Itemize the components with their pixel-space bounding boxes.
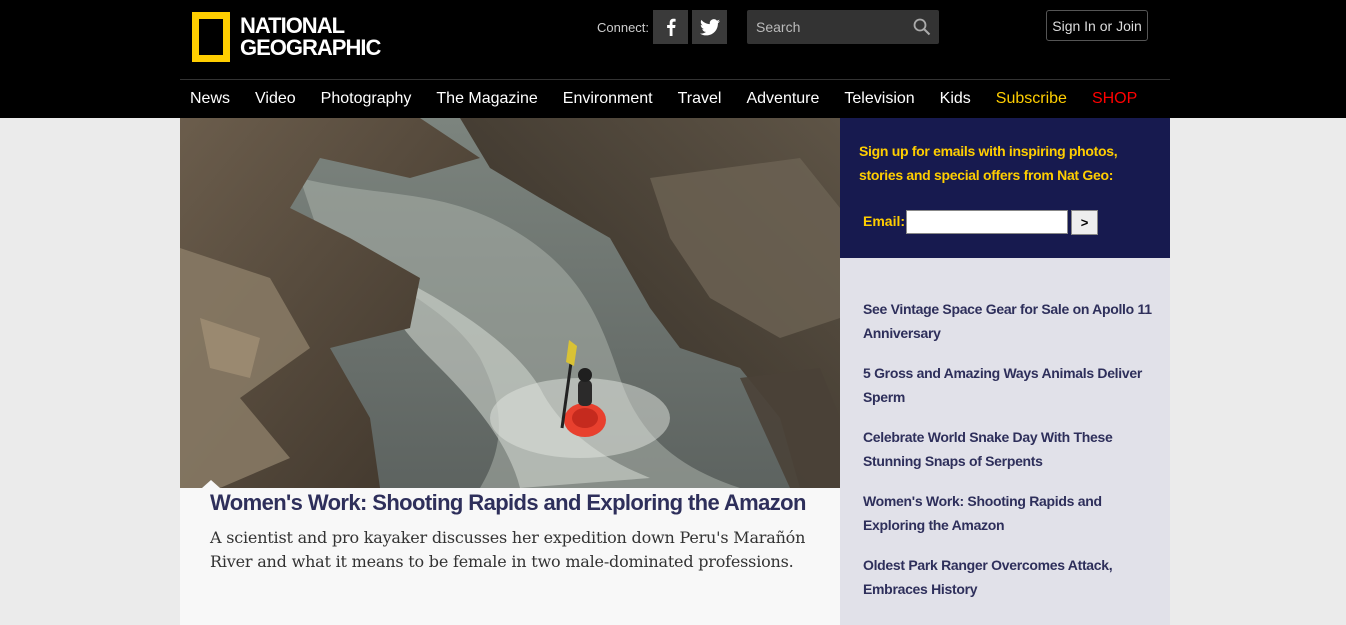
nav-item-news[interactable]: News xyxy=(180,90,240,108)
twitter-button[interactable] xyxy=(692,10,727,44)
email-field[interactable] xyxy=(906,210,1068,234)
nav-item-television[interactable]: Television xyxy=(834,90,924,108)
sidebar: Sign up for emails with inspiring photos… xyxy=(840,118,1170,625)
logo-line-1: NATIONAL xyxy=(240,13,345,38)
hero-image[interactable] xyxy=(180,118,840,488)
search-box xyxy=(747,10,939,44)
feature-headline[interactable]: Women's Work: Shooting Rapids and Explor… xyxy=(210,490,806,516)
main-nav: News Video Photography The Magazine Envi… xyxy=(180,80,1152,118)
natgeo-logo[interactable]: NATIONAL GEOGRAPHIC xyxy=(192,10,381,64)
nav-item-travel[interactable]: Travel xyxy=(668,90,732,108)
sidebar-link-list: See Vintage Space Gear for Sale on Apoll… xyxy=(863,297,1153,617)
search-icon[interactable] xyxy=(913,18,931,36)
email-label: Email: xyxy=(863,213,906,229)
header-inner: NATIONAL GEOGRAPHIC Connect: Sign In or … xyxy=(180,0,1170,118)
nav-item-adventure[interactable]: Adventure xyxy=(736,90,829,108)
nav-item-kids[interactable]: Kids xyxy=(930,90,981,108)
sidebar-link[interactable]: Oldest Park Ranger Overcomes Attack, Emb… xyxy=(863,553,1153,601)
sign-in-button[interactable]: Sign In or Join xyxy=(1046,10,1148,41)
nav-item-video[interactable]: Video xyxy=(245,90,306,108)
sidebar-link[interactable]: See Vintage Space Gear for Sale on Apoll… xyxy=(863,297,1153,345)
site-header: NATIONAL GEOGRAPHIC Connect: Sign In or … xyxy=(0,0,1346,118)
kayak-rapids-photo xyxy=(180,118,840,488)
image-caption-notch xyxy=(202,480,220,488)
twitter-icon xyxy=(699,18,720,35)
nav-item-subscribe[interactable]: Subscribe xyxy=(986,90,1077,108)
logo-line-2: GEOGRAPHIC xyxy=(240,35,381,60)
logo-wordmark: NATIONAL GEOGRAPHIC xyxy=(240,13,381,60)
nav-item-the-magazine[interactable]: The Magazine xyxy=(426,90,547,108)
connect-label: Connect: xyxy=(597,20,650,35)
sidebar-link[interactable]: 5 Gross and Amazing Ways Animals Deliver… xyxy=(863,361,1153,409)
signup-text: Sign up for emails with inspiring photos… xyxy=(859,143,1118,183)
email-signup-panel: Sign up for emails with inspiring photos… xyxy=(840,118,1170,258)
nav-item-shop[interactable]: SHOP xyxy=(1082,90,1147,108)
nav-item-photography[interactable]: Photography xyxy=(311,90,422,108)
sidebar-link[interactable]: Women's Work: Shooting Rapids and Explor… xyxy=(863,489,1153,537)
facebook-button[interactable] xyxy=(653,10,688,44)
nav-item-environment[interactable]: Environment xyxy=(553,90,663,108)
feature-dek: A scientist and pro kayaker discusses he… xyxy=(210,528,806,571)
feature-story: Women's Work: Shooting Rapids and Explor… xyxy=(180,118,840,625)
yellow-border-logo-icon xyxy=(192,12,230,62)
sidebar-link[interactable]: Celebrate World Snake Day With These Stu… xyxy=(863,425,1153,473)
facebook-icon xyxy=(666,18,676,36)
search-input[interactable] xyxy=(747,10,897,44)
email-submit-button[interactable]: > xyxy=(1071,210,1098,235)
